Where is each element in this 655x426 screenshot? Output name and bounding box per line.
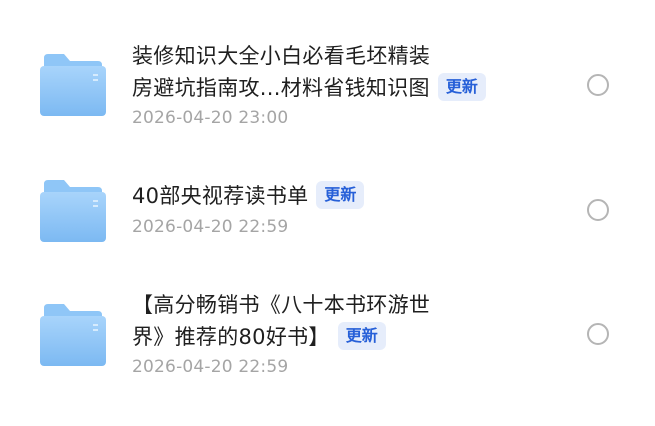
select-radio[interactable] bbox=[587, 323, 609, 345]
file-date: 2026-04-20 23:00 bbox=[132, 108, 289, 128]
select-radio[interactable] bbox=[587, 74, 609, 96]
list-item[interactable]: 【高分畅销书《八十本书环游世 界》推荐的80好书】 更新 2026-04-20 2… bbox=[0, 270, 655, 426]
file-date: 2026-04-20 22:59 bbox=[132, 357, 289, 377]
file-title: 40部央视荐读书单 更新 bbox=[132, 180, 532, 212]
list-item[interactable]: 40部央视荐读书单 更新 2026-04-20 22:59 bbox=[0, 140, 655, 270]
update-badge: 更新 bbox=[437, 73, 486, 101]
update-badge: 更新 bbox=[316, 181, 365, 209]
file-title: 【高分畅销书《八十本书环游世 界》推荐的80好书】 更新 bbox=[132, 293, 431, 350]
folder-icon bbox=[40, 180, 106, 242]
file-list: 装修知识大全小白必看毛坯精装 房避坑指南攻...材料省钱知识图 更新 2026-0… bbox=[0, 0, 655, 426]
update-badge: 更新 bbox=[337, 322, 386, 350]
list-item[interactable]: 装修知识大全小白必看毛坯精装 房避坑指南攻...材料省钱知识图 更新 2026-0… bbox=[0, 0, 655, 140]
select-radio[interactable] bbox=[587, 199, 609, 221]
file-title: 装修知识大全小白必看毛坯精装 房避坑指南攻...材料省钱知识图 更新 bbox=[132, 40, 532, 104]
folder-icon bbox=[40, 304, 106, 366]
folder-icon bbox=[40, 54, 106, 116]
file-date: 2026-04-20 22:59 bbox=[132, 217, 289, 237]
